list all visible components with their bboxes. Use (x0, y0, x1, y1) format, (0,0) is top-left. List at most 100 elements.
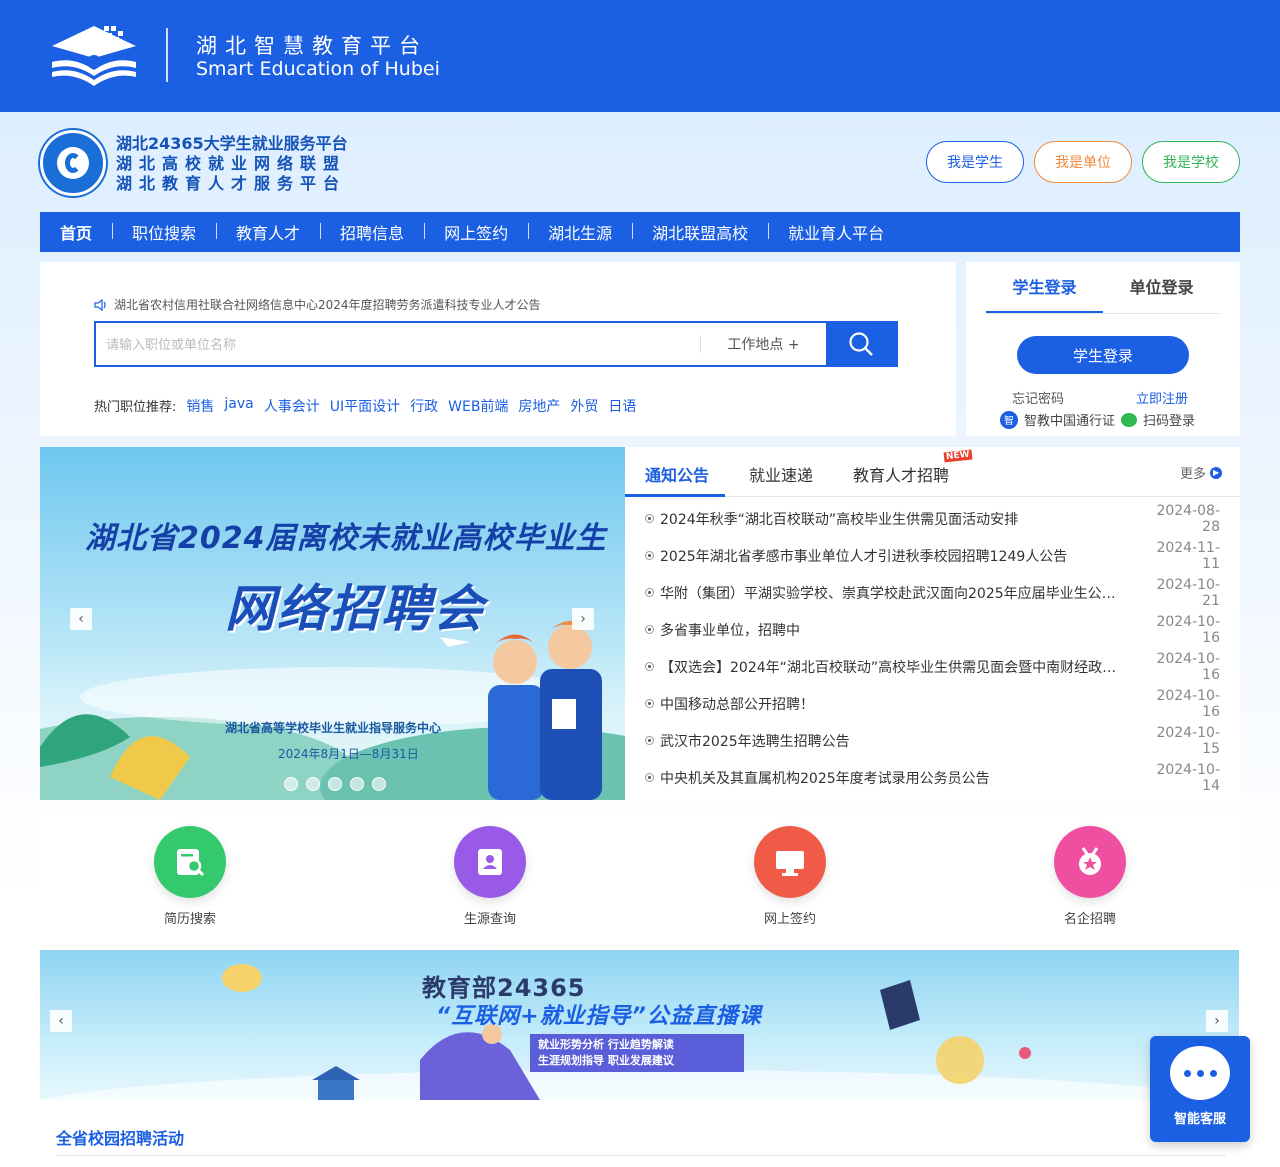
banner2-subtitle: “互联网+就业指导”公益直播课 (436, 1004, 762, 1029)
section-divider (56, 1155, 1226, 1156)
search-button[interactable] (826, 323, 896, 365)
banner-dot[interactable] (372, 777, 386, 791)
tab-employer-login[interactable]: 单位登录 (1103, 276, 1220, 313)
hot-tag[interactable]: UI平面设计 (330, 396, 400, 416)
banner2-tagline-2: 生涯规划指导 职业发展建议 (538, 1054, 674, 1067)
zhijiao-passport-login[interactable]: 智教中国通行证 (1024, 410, 1115, 429)
news-item[interactable]: 华附（集团）平湖实验学校、崇真学校赴武汉面向2025年应届毕业生公开招聘教师公告… (645, 574, 1220, 611)
education-book-logo-icon (52, 26, 136, 86)
nav-employment-platform[interactable]: 就业育人平台 (768, 220, 904, 244)
login-panel: 学生登录 单位登录 学生登录 忘记密码 立即注册 智 智教中国通行证 扫码登录 (966, 262, 1240, 436)
nav-alliance-universities[interactable]: 湖北联盟高校 (632, 220, 768, 244)
scrolling-notice[interactable]: 湖北省农村信用社联合社网络信息中心2024年度招聘劳务派遣科技专业人才公告 (94, 296, 541, 313)
live-course-banner[interactable]: 教育部24365 “互联网+就业指导”公益直播课 就业形势分析 行业趋势解读 生… (40, 950, 1239, 1100)
news-tabs: 通知公告 就业速递 教育人才招聘 NEW 更多 ▶ (625, 447, 1240, 497)
chat-bubble-icon (1170, 1046, 1230, 1100)
banner-next-button[interactable]: › (572, 608, 594, 630)
main-nav: 首页 职位搜索 教育人才 招聘信息 网上签约 湖北生源 湖北联盟高校 就业育人平… (40, 212, 1240, 252)
hot-tag[interactable]: java (224, 396, 253, 416)
banner-dot[interactable] (350, 777, 364, 791)
banner-dot[interactable] (328, 777, 342, 791)
i-am-employer-button[interactable]: 我是单位 (1034, 141, 1132, 183)
nav-recruitment-info[interactable]: 招聘信息 (320, 220, 424, 244)
quick-link-student-source[interactable]: 生源查询 (430, 826, 550, 927)
news-title: 武汉市2025年选聘生招聘公告 (660, 733, 850, 750)
news-item[interactable]: 多省事业单位，招聘中 2024-10-16 (645, 611, 1220, 648)
news-title: 多省事业单位，招聘中 (660, 622, 800, 639)
bullet-icon (645, 662, 654, 671)
banner2-tagline: 就业形势分析 行业趋势解读 生涯规划指导 职业发展建议 (530, 1034, 744, 1072)
quick-link-famous-company[interactable]: 名企招聘 (1030, 826, 1150, 927)
wechat-icon (1121, 412, 1138, 427)
quick-link-label: 简历搜索 (163, 912, 216, 927)
news-date: 2024-10-16 (1156, 687, 1220, 720)
bullet-icon (645, 551, 654, 560)
hot-tag[interactable]: 房地产 (518, 396, 560, 416)
banner2-next-button[interactable]: › (1206, 1010, 1228, 1032)
hot-tag[interactable]: 销售 (186, 396, 214, 416)
news-title: 中国移动总部公开招聘！ (660, 696, 814, 713)
hot-tag[interactable]: 行政 (410, 396, 438, 416)
search-icon (849, 332, 873, 356)
banner-dot[interactable] (306, 777, 320, 791)
hot-tag[interactable]: 人事会计 (264, 396, 320, 416)
news-item[interactable]: 【双选会】2024年“湖北百校联动”高校毕业生供需见面会暨中南财经政法大学专场 2… (645, 648, 1220, 685)
tab-student-login[interactable]: 学生登录 (986, 276, 1103, 313)
bullet-icon (645, 514, 654, 523)
news-date: 2024-10-16 (1156, 650, 1220, 683)
campus-recruitment-section-title: 全省校园招聘活动 (56, 1129, 185, 1148)
scan-login[interactable]: 扫码登录 (1143, 410, 1195, 429)
register-link[interactable]: 立即注册 (1136, 388, 1188, 407)
quick-link-resume-search[interactable]: 简历搜索 (130, 826, 250, 927)
i-am-school-button[interactable]: 我是学校 (1142, 141, 1240, 183)
nav-home[interactable]: 首页 (40, 220, 112, 244)
news-item[interactable]: 中国移动总部公开招聘！ 2024-10-16 (645, 685, 1220, 722)
job-search-input[interactable] (96, 323, 700, 365)
banner-prev-button[interactable]: ‹ (70, 608, 92, 630)
graduate-figure-2 (540, 621, 602, 800)
news-item[interactable]: 武汉市2025年选聘生招聘公告 2024-10-15 (645, 722, 1220, 759)
banner2-tagline-1: 就业形势分析 行业趋势解读 (538, 1038, 674, 1051)
tab-notices[interactable]: 通知公告 (645, 462, 709, 486)
news-date: 2024-10-21 (1156, 576, 1220, 609)
more-news-link[interactable]: 更多 ▶ (1180, 463, 1223, 482)
site-names: 湖北24365大学生就业服务平台 湖北高校就业网络联盟 湖北教育人才服务平台 (116, 134, 348, 194)
site-name-1: 湖北24365大学生就业服务平台 (116, 134, 348, 153)
tab-employment-news[interactable]: 就业速递 (749, 462, 813, 486)
hot-tag[interactable]: 日语 (608, 396, 636, 416)
news-item[interactable]: 2025年湖北省孝感市事业单位人才引进秋季校园招聘1249人公告 2024-11-… (645, 537, 1220, 574)
workplace-select[interactable]: 工作地点 + (700, 335, 826, 353)
notice-text: 湖北省农村信用社联合社网络信息中心2024年度招聘劳务派遣科技专业人才公告 (114, 298, 541, 312)
banner2-prev-button[interactable]: ‹ (50, 1010, 72, 1032)
student-source-icon (454, 826, 526, 898)
speaker-icon (94, 298, 106, 311)
bullet-icon (645, 736, 654, 745)
smart-customer-service-button[interactable]: 智能客服 (1150, 1036, 1250, 1142)
nav-job-search[interactable]: 职位搜索 (112, 220, 216, 244)
hot-tag[interactable]: 外贸 (570, 396, 598, 416)
news-date: 2024-10-14 (1156, 761, 1220, 794)
student-login-button[interactable]: 学生登录 (1017, 336, 1189, 374)
news-item[interactable]: 2024年秋季“湖北百校联动”高校毕业生供需见面活动安排 2024-08-28 (645, 500, 1220, 537)
news-panel: 通知公告 就业速递 教育人才招聘 NEW 更多 ▶ 2024年秋季“湖北百校联动… (625, 447, 1240, 800)
nav-hubei-graduates[interactable]: 湖北生源 (528, 220, 632, 244)
hot-tag[interactable]: WEB前端 (448, 396, 508, 416)
news-title: 中央机关及其直属机构2025年度考试录用公务员公告 (660, 770, 990, 787)
site-name-2: 湖北高校就业网络联盟 (116, 154, 347, 173)
nav-education-talent[interactable]: 教育人才 (216, 220, 320, 244)
news-list: 2024年秋季“湖北百校联动”高校毕业生供需见面活动安排 2024-08-28 2… (645, 500, 1220, 796)
quick-link-label: 名企招聘 (1063, 912, 1116, 927)
news-date: 2024-10-16 (1156, 613, 1220, 646)
news-item[interactable]: 中央机关及其直属机构2025年度考试录用公务员公告 2024-10-14 (645, 759, 1220, 796)
new-badge: NEW (943, 449, 973, 463)
bullet-icon (645, 588, 654, 597)
tab-education-recruitment[interactable]: 教育人才招聘 (853, 462, 949, 486)
main-banner-carousel[interactable]: 湖北省2024届离校未就业高校毕业生 网络招聘会 湖北省高等学校毕业生就业指导服… (40, 447, 625, 800)
i-am-student-button[interactable]: 我是学生 (926, 141, 1024, 183)
nav-online-signing[interactable]: 网上签约 (424, 220, 528, 244)
forgot-password-link[interactable]: 忘记密码 (1012, 388, 1064, 407)
site-logo[interactable] (40, 130, 106, 196)
graduate-figure-1 (488, 634, 544, 800)
banner-dot[interactable] (284, 777, 298, 791)
quick-link-online-signing[interactable]: 网上签约 (730, 826, 850, 927)
